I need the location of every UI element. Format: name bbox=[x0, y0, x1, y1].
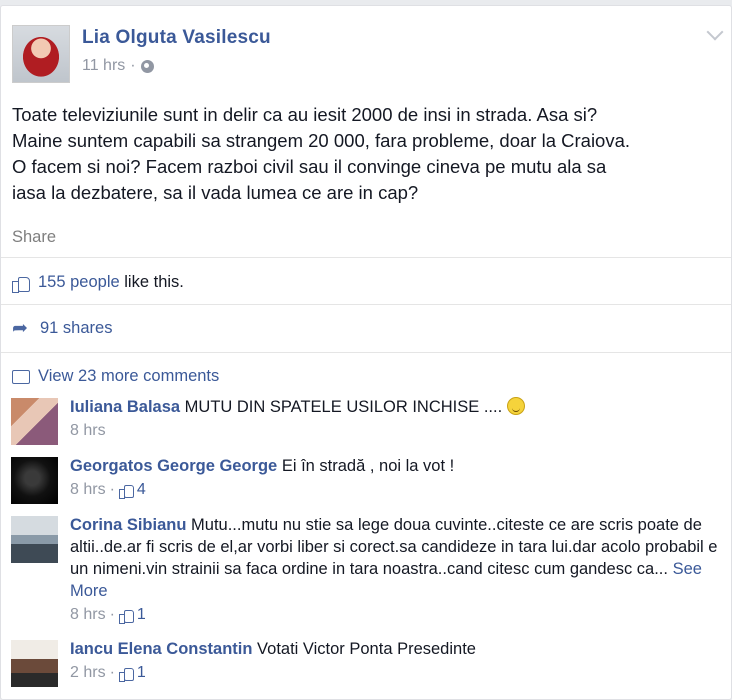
comment-time[interactable]: 8 hrs bbox=[70, 604, 106, 626]
comment-likes[interactable]: 1 bbox=[118, 604, 146, 626]
thumbs-up-icon bbox=[118, 483, 134, 499]
author-avatar[interactable] bbox=[12, 25, 70, 83]
comment-body: Iancu Elena Constantin Votati Victor Pon… bbox=[70, 638, 720, 684]
commenter-name[interactable]: Georgatos George George bbox=[70, 457, 277, 475]
smiley-icon bbox=[506, 397, 525, 415]
share-button[interactable]: Share bbox=[12, 228, 56, 247]
post-meta: 11 hrs · bbox=[82, 57, 154, 75]
comment-time[interactable]: 8 hrs bbox=[70, 479, 106, 501]
commenter-name[interactable]: Iuliana Balasa bbox=[70, 398, 180, 416]
comment-body: Iuliana Balasa MUTU DIN SPATELE USILOR I… bbox=[70, 396, 720, 442]
comment-meta: 8 hrs · 4 bbox=[70, 479, 720, 501]
globe-icon bbox=[140, 59, 154, 73]
commenter-avatar[interactable] bbox=[11, 516, 58, 563]
likes-row: 155 people like this. bbox=[12, 273, 184, 293]
shares-link[interactable]: 91 shares bbox=[40, 319, 112, 338]
comment-likes[interactable]: 4 bbox=[118, 479, 146, 501]
more-comments-row: View 23 more comments bbox=[12, 367, 219, 386]
shares-row: ➦ 91 shares bbox=[12, 319, 112, 338]
divider bbox=[1, 352, 731, 353]
likes-suffix: like this. bbox=[124, 273, 184, 291]
meta-separator: · bbox=[130, 57, 136, 74]
post-card: Lia Olguta Vasilescu 11 hrs · Toate tele… bbox=[0, 5, 732, 700]
share-arrow-icon: ➦ bbox=[12, 317, 28, 339]
post-time[interactable]: 11 hrs bbox=[82, 57, 125, 75]
post-text: Toate televiziunile sunt in delir ca au … bbox=[12, 104, 631, 203]
commenter-avatar[interactable] bbox=[11, 457, 58, 504]
comment-text: Votati Victor Ponta Presedinte bbox=[257, 640, 476, 658]
comment-meta: 8 hrs · 1 bbox=[70, 604, 720, 626]
commenter-name[interactable]: Iancu Elena Constantin bbox=[70, 640, 252, 658]
commenter-avatar[interactable] bbox=[11, 640, 58, 687]
comment-time[interactable]: 8 hrs bbox=[70, 420, 106, 442]
comment-body: Georgatos George George Ei în stradă , n… bbox=[70, 455, 720, 501]
author-name[interactable]: Lia Olguta Vasilescu bbox=[82, 27, 271, 49]
comment-meta: 2 hrs · 1 bbox=[70, 662, 720, 684]
comment-text: MUTU DIN SPATELE USILOR INCHISE .... bbox=[184, 398, 503, 416]
thumbs-up-icon bbox=[118, 666, 134, 682]
thumbs-up-icon bbox=[118, 608, 134, 624]
comment-time[interactable]: 2 hrs bbox=[70, 662, 106, 684]
comment-body: Corina Sibianu Mutu...mutu nu stie sa le… bbox=[70, 514, 720, 626]
thumbs-up-icon bbox=[12, 274, 30, 293]
commenter-avatar[interactable] bbox=[11, 398, 58, 445]
view-more-comments-link[interactable]: View 23 more comments bbox=[38, 367, 219, 386]
comment-likes[interactable]: 1 bbox=[118, 662, 146, 684]
commenter-name[interactable]: Corina Sibianu bbox=[70, 516, 186, 534]
post-header: Lia Olguta Vasilescu 11 hrs · bbox=[12, 25, 712, 85]
divider bbox=[1, 304, 731, 305]
comment-text: Ei în stradă , noi la vot ! bbox=[281, 457, 455, 475]
divider bbox=[1, 257, 731, 258]
comment-bubble-icon bbox=[12, 369, 30, 384]
likes-count-link[interactable]: 155 people bbox=[38, 273, 120, 291]
comment-meta: 8 hrs bbox=[70, 420, 720, 442]
